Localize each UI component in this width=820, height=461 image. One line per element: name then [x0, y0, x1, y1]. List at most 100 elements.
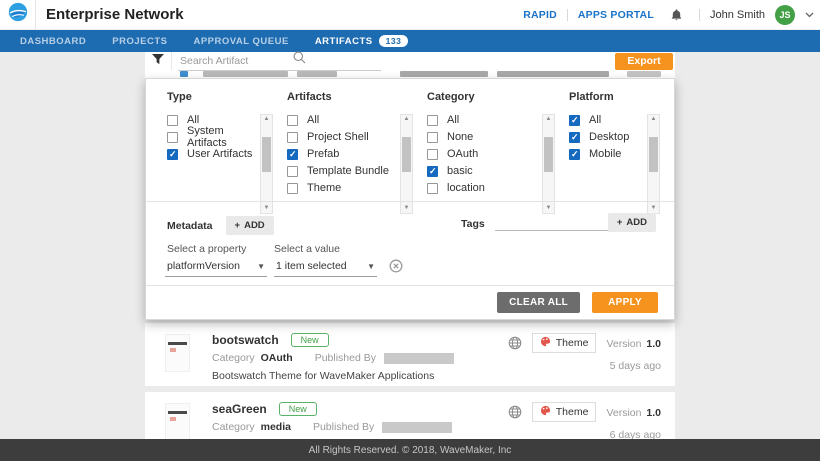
nav-item-dashboard[interactable]: DASHBOARD: [20, 36, 86, 47]
filter-group-title: Platform: [569, 91, 674, 103]
globe-icon[interactable]: [508, 405, 522, 419]
artifact-toolbar: Export: [145, 52, 675, 70]
header-divider: [567, 9, 568, 21]
nav-item-projects[interactable]: PROJECTS: [112, 36, 167, 47]
filter-option[interactable]: Project Shell: [287, 131, 400, 143]
checkbox[interactable]: [287, 166, 298, 177]
scrollbar-track[interactable]: [648, 124, 659, 204]
checkbox[interactable]: [569, 115, 580, 126]
scrollbar-thumb[interactable]: [544, 137, 553, 172]
nav-item-approval-queue[interactable]: APPROVAL QUEUE: [193, 36, 288, 47]
checkbox[interactable]: [287, 115, 298, 126]
filter-option[interactable]: User Artifacts: [167, 148, 260, 160]
scrollbar-thumb[interactable]: [262, 137, 271, 172]
export-button[interactable]: Export: [615, 53, 673, 70]
scroll-up-arrow[interactable]: ▲: [264, 115, 270, 124]
checkbox[interactable]: [167, 132, 178, 143]
tags-label: Tags: [461, 218, 485, 230]
artifact-count-badge: 133: [379, 35, 409, 47]
filter-option-label: All: [447, 114, 459, 126]
scrollbar-thumb[interactable]: [649, 137, 658, 172]
scrollbar[interactable]: ▲ ▼: [647, 114, 660, 214]
notification-bell-icon[interactable]: [670, 8, 683, 22]
scrollbar-thumb[interactable]: [402, 137, 411, 172]
checkbox[interactable]: [287, 132, 298, 143]
theme-type-badge: Theme: [532, 402, 597, 422]
filter-group-title: Type: [167, 91, 287, 103]
filter-option[interactable]: Prefab: [287, 148, 400, 160]
remove-metadata-icon[interactable]: [389, 259, 403, 278]
filter-option[interactable]: All: [569, 114, 647, 126]
search-icon: [293, 51, 306, 69]
tags-add-button[interactable]: +ADD: [608, 213, 656, 232]
scroll-up-arrow[interactable]: ▲: [404, 115, 410, 124]
copyright-text: All Rights Reserved. © 2018, WaveMaker, …: [309, 445, 512, 456]
checkbox[interactable]: [427, 183, 438, 194]
filter-panel-footer: CLEAR ALL APPLY: [146, 285, 674, 319]
checkbox[interactable]: [427, 166, 438, 177]
filter-option[interactable]: All: [427, 114, 542, 126]
filter-option[interactable]: basic: [427, 165, 542, 177]
scrollbar[interactable]: ▲ ▼: [260, 114, 273, 214]
filter-option[interactable]: System Artifacts: [167, 131, 260, 143]
avatar[interactable]: JS: [775, 5, 795, 25]
filter-option[interactable]: location: [427, 182, 542, 194]
filter-option[interactable]: Mobile: [569, 148, 647, 160]
checkbox[interactable]: [167, 115, 178, 126]
scrollbar[interactable]: ▲ ▼: [400, 114, 413, 214]
filter-option[interactable]: None: [427, 131, 542, 143]
checkbox[interactable]: [427, 115, 438, 126]
filter-option-label: All: [589, 114, 601, 126]
scrollbar-track[interactable]: [401, 124, 412, 204]
link-rapid[interactable]: RAPID: [523, 9, 557, 21]
main-nav: DASHBOARD PROJECTS APPROVAL QUEUE ARTIFA…: [0, 30, 820, 52]
scrollbar[interactable]: ▲ ▼: [542, 114, 555, 214]
scroll-up-arrow[interactable]: ▲: [546, 115, 552, 124]
filter-toggle-button[interactable]: [145, 52, 172, 70]
checkbox[interactable]: [427, 132, 438, 143]
page-title: Enterprise Network: [46, 6, 184, 23]
apply-button[interactable]: APPLY: [592, 292, 658, 313]
filter-option[interactable]: OAuth: [427, 148, 542, 160]
version-value: 1.0: [646, 338, 661, 350]
nav-items: DASHBOARD PROJECTS APPROVAL QUEUE ARTIFA…: [20, 35, 408, 47]
checkbox[interactable]: [287, 149, 298, 160]
app-logo[interactable]: [0, 0, 36, 29]
scrollbar-track[interactable]: [543, 124, 554, 204]
filter-option[interactable]: Desktop: [569, 131, 647, 143]
nav-item-artifacts[interactable]: ARTIFACTS133: [315, 35, 409, 47]
link-apps-portal[interactable]: APPS PORTAL: [578, 9, 654, 21]
filter-option[interactable]: Template Bundle: [287, 165, 400, 177]
clear-all-button[interactable]: CLEAR ALL: [497, 292, 580, 313]
metadata-section: Metadata +ADD Tags +ADD Select a propert…: [146, 201, 674, 287]
obscured-fragment: [180, 71, 188, 77]
search-input[interactable]: [178, 54, 381, 71]
filter-option[interactable]: Theme: [287, 182, 400, 194]
publisher-redacted: [384, 353, 454, 364]
version-value: 1.0: [646, 407, 661, 419]
checkbox[interactable]: [167, 149, 178, 160]
filter-option-label: Template Bundle: [307, 165, 389, 177]
artifact-description: Bootswatch Theme for WaveMaker Applicati…: [212, 370, 454, 382]
checkbox[interactable]: [569, 149, 580, 160]
metadata-add-button[interactable]: +ADD: [226, 216, 274, 235]
globe-icon[interactable]: [508, 336, 522, 350]
value-select[interactable]: 1 item selected ▼: [274, 260, 377, 277]
filter-option-label: User Artifacts: [187, 148, 252, 160]
artifact-title[interactable]: bootswatch: [212, 333, 279, 347]
category-label: Category: [212, 352, 255, 364]
scroll-up-arrow[interactable]: ▲: [651, 115, 657, 124]
caret-down-icon: ▼: [257, 262, 265, 271]
theme-paint-icon: [540, 405, 551, 419]
checkbox[interactable]: [427, 149, 438, 160]
checkbox[interactable]: [287, 183, 298, 194]
scrollbar-track[interactable]: [261, 124, 272, 204]
artifact-card[interactable]: bootswatch New Category OAuth Published …: [145, 323, 675, 386]
property-select[interactable]: platformVersion ▼: [165, 260, 267, 277]
artifact-title[interactable]: seaGreen: [212, 402, 267, 416]
checkbox[interactable]: [569, 132, 580, 143]
tags-input[interactable]: [495, 216, 620, 231]
filter-option[interactable]: All: [287, 114, 400, 126]
filter-option-label: Theme: [307, 182, 341, 194]
chevron-down-icon[interactable]: [805, 12, 814, 18]
